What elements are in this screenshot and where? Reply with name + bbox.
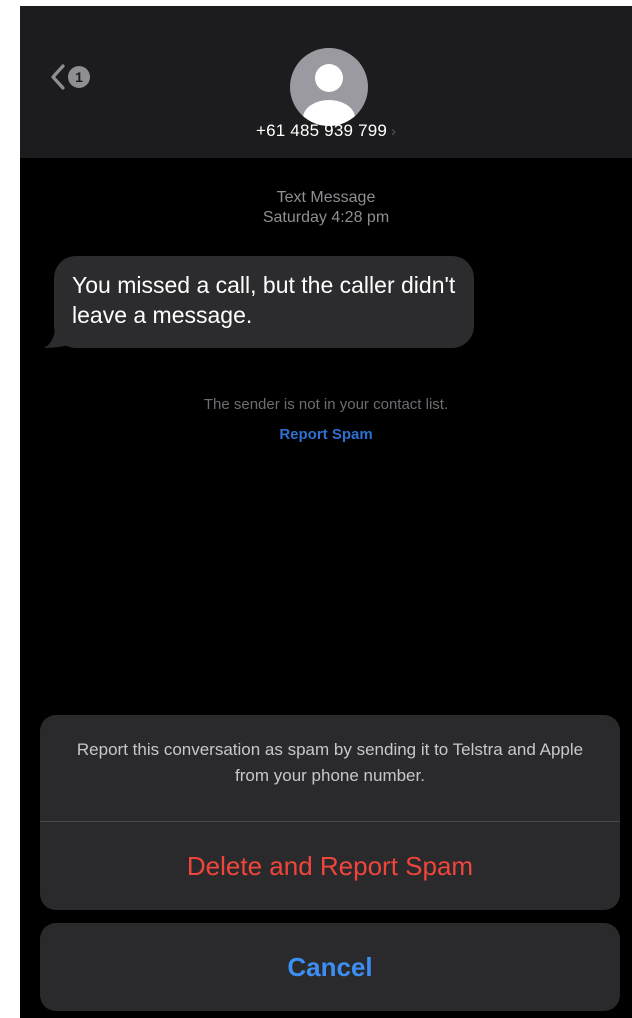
- report-spam-action-sheet: Report this conversation as spam by send…: [40, 715, 620, 910]
- message-timestamp: Saturday 4:28 pm: [262, 209, 390, 226]
- delete-and-report-spam-button[interactable]: Delete and Report Spam: [40, 822, 620, 910]
- contact-number: +61 485 939 799: [255, 121, 388, 140]
- unread-count-badge: 1: [68, 66, 90, 88]
- conversation-header: 1 +61 485 939 799 ›: [20, 6, 632, 158]
- report-spam-link[interactable]: Report Spam: [20, 426, 632, 443]
- chevron-left-icon: [50, 63, 66, 91]
- service-label: Text Message: [276, 189, 376, 206]
- person-silhouette-icon: [303, 64, 355, 126]
- action-sheet-message: Report this conversation as spam by send…: [76, 740, 584, 785]
- messages-screen: 1 +61 485 939 799 › Text Message Saturda…: [20, 6, 632, 1018]
- message-meta: Text Message Saturday 4:28 pm: [20, 188, 632, 228]
- incoming-message-bubble[interactable]: You missed a call, but the caller didn't…: [54, 256, 474, 348]
- contact-avatar[interactable]: [290, 48, 368, 126]
- back-button[interactable]: 1: [50, 62, 110, 92]
- sender-not-in-contacts-notice: The sender is not in your contact list.: [203, 396, 449, 413]
- cancel-button[interactable]: Cancel: [40, 923, 620, 1011]
- chevron-right-icon: ›: [391, 122, 397, 140]
- contact-name-row[interactable]: +61 485 939 799 ›: [20, 118, 632, 144]
